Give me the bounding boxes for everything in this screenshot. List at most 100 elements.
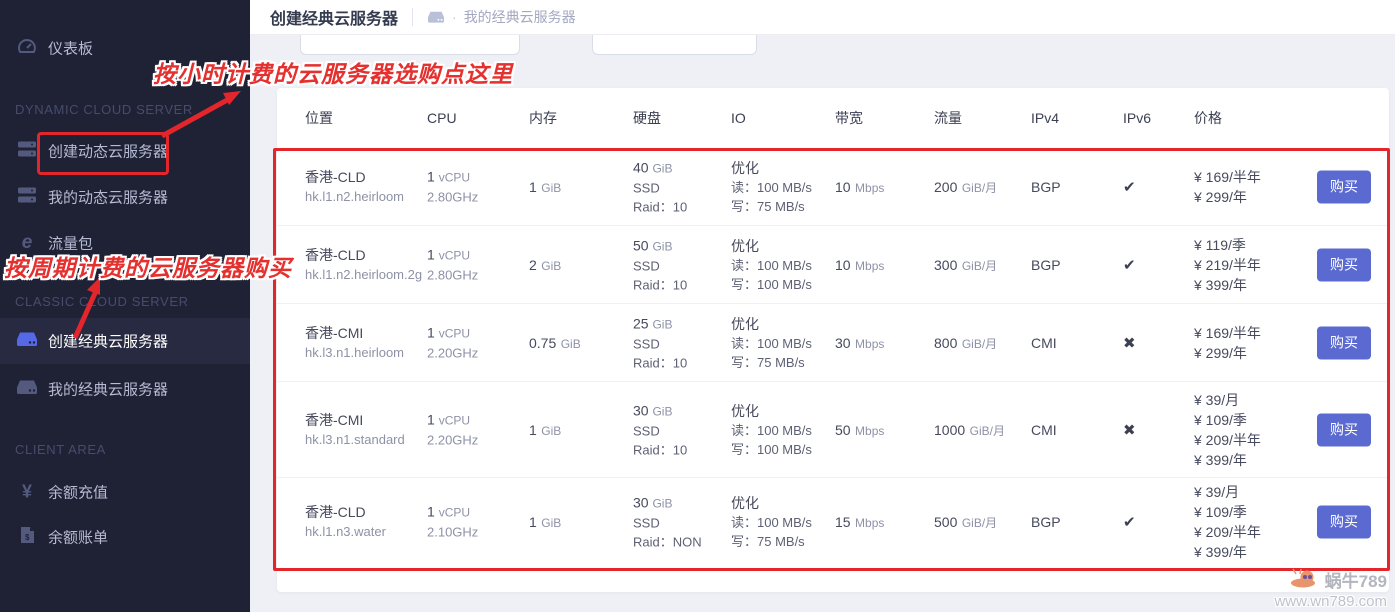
server-region: 香港-CLD xyxy=(305,245,422,265)
cell-price: ¥ 39/月 ¥ 109/季 ¥ 209/半年 ¥ 399/年 xyxy=(1194,390,1261,470)
cell-ipv4: CMI xyxy=(1031,420,1057,440)
cell-bandwidth: 30 Mbps xyxy=(835,333,884,353)
cell-disk: 25 GiB SSD Raid：10 xyxy=(633,313,687,372)
cell-location: 香港-CMI hk.l3.n1.heirloom xyxy=(305,323,404,363)
server-code: hk.l3.n1.standard xyxy=(305,430,405,450)
cell-cpu: 1 vCPU 2.80GHz xyxy=(427,244,478,285)
sidebar-section-dynamic: DYNAMIC CLOUD SERVER xyxy=(15,102,193,117)
server-stack-icon xyxy=(14,187,40,208)
sidebar-item-billing[interactable]: $ 余额账单 xyxy=(0,515,250,559)
sidebar-item-my-classic[interactable]: 我的经典云服务器 xyxy=(0,367,250,411)
server-code: hk.l1.n3.water xyxy=(305,522,386,542)
sidebar-item-recharge[interactable]: ¥ 余额充值 xyxy=(0,470,250,514)
cell-buy: 购买 xyxy=(1317,248,1371,281)
sidebar-section-classic: CLASSIC CLOUD SERVER xyxy=(15,294,189,309)
cell-memory: 1 GiB xyxy=(529,420,561,440)
cell-memory: 2 GiB xyxy=(529,255,561,275)
server-code: hk.l3.n1.heirloom xyxy=(305,343,404,363)
cell-disk: 30 GiB SSD Raid：10 xyxy=(633,400,687,459)
yen-icon: ¥ xyxy=(14,482,40,503)
cell-price: ¥ 169/半年 ¥ 299/年 xyxy=(1194,167,1261,207)
col-price: 价格 xyxy=(1194,108,1222,128)
sidebar-item-label: 余额充值 xyxy=(48,482,108,503)
cell-disk: 40 GiB SSD Raid：10 xyxy=(633,157,687,216)
col-ipv6: IPv6 xyxy=(1123,110,1151,126)
ipv6-supported-icon: ✔ xyxy=(1123,178,1136,196)
cell-cpu: 1 vCPU 2.10GHz xyxy=(427,501,478,542)
cell-traffic: 1000 GiB/月 xyxy=(934,420,1005,440)
page-title: 创建经典云服务器 xyxy=(270,5,398,29)
cell-traffic: 500 GiB/月 xyxy=(934,512,997,532)
sidebar-item-label: 创建经典云服务器 xyxy=(48,331,168,352)
svg-text:$: $ xyxy=(25,533,30,542)
sidebar-item-label: 我的经典云服务器 xyxy=(48,379,168,400)
table-row: 香港-CLD hk.l1.n2.heirloom 1 vCPU 2.80GHz … xyxy=(277,148,1389,225)
ipv6-unsupported-icon: ✖ xyxy=(1123,421,1136,439)
buy-button[interactable]: 购买 xyxy=(1317,248,1371,281)
sidebar: 仪表板 DYNAMIC CLOUD SERVER 创建动态云服务器 我的动态云服… xyxy=(0,0,250,612)
table-header: 位置 CPU 内存 硬盘 IO 带宽 流量 IPv4 IPv6 价格 xyxy=(277,88,1389,148)
col-location: 位置 xyxy=(305,108,333,128)
cell-buy: 购买 xyxy=(1317,326,1371,359)
cell-io: 优化 读：100 MB/s 写：100 MB/s xyxy=(731,236,812,294)
col-ipv4: IPv4 xyxy=(1031,110,1059,126)
cell-disk: 30 GiB SSD Raid：NON xyxy=(633,492,702,551)
table-row: 香港-CMI hk.l3.n1.standard 1 vCPU 2.20GHz … xyxy=(277,381,1389,477)
buy-button[interactable]: 购买 xyxy=(1317,326,1371,359)
sidebar-item-dashboard[interactable]: 仪表板 xyxy=(0,26,250,70)
cell-buy: 购买 xyxy=(1317,505,1371,538)
dashboard-icon xyxy=(14,38,40,58)
cell-traffic: 300 GiB/月 xyxy=(934,255,997,275)
sidebar-item-label: 流量包 xyxy=(48,233,93,254)
cell-bandwidth: 10 Mbps xyxy=(835,177,884,197)
cell-cpu: 1 vCPU 2.20GHz xyxy=(427,409,478,450)
ipv6-unsupported-icon: ✖ xyxy=(1123,334,1136,352)
cell-memory: 0.75 GiB xyxy=(529,333,581,353)
breadcrumb[interactable]: 我的经典云服务器 xyxy=(464,7,576,27)
buy-button[interactable]: 购买 xyxy=(1317,413,1371,446)
sidebar-item-label: 创建动态云服务器 xyxy=(48,141,168,162)
sidebar-item-create-dynamic[interactable]: 创建动态云服务器 xyxy=(0,129,250,173)
cell-ipv4: BGP xyxy=(1031,177,1061,197)
cell-traffic: 200 GiB/月 xyxy=(934,177,997,197)
col-cpu: CPU xyxy=(427,110,457,126)
server-stack-icon xyxy=(14,141,40,162)
sidebar-item-label: 余额账单 xyxy=(48,527,108,548)
sidebar-item-my-dynamic[interactable]: 我的动态云服务器 xyxy=(0,175,250,219)
server-region: 香港-CMI xyxy=(305,410,405,430)
cell-io: 优化 读：100 MB/s 写：75 MB/s xyxy=(731,158,812,216)
sidebar-item-create-classic[interactable]: 创建经典云服务器 xyxy=(0,318,250,364)
server-icon xyxy=(14,332,40,351)
cell-price: ¥ 119/季 ¥ 219/半年 ¥ 399/年 xyxy=(1194,235,1261,295)
sidebar-item-traffic-pack[interactable]: e 流量包 xyxy=(0,221,250,265)
traffic-pack-icon: e xyxy=(14,232,40,254)
col-io: IO xyxy=(731,110,746,126)
sidebar-item-label: 仪表板 xyxy=(48,38,93,59)
cell-location: 香港-CMI hk.l3.n1.standard xyxy=(305,410,405,450)
cell-location: 香港-CLD hk.l1.n3.water xyxy=(305,502,386,542)
bill-icon: $ xyxy=(14,526,40,548)
table-row: 香港-CLD hk.l1.n3.water 1 vCPU 2.10GHz 1 G… xyxy=(277,477,1389,565)
header-divider xyxy=(412,8,413,26)
buy-button[interactable]: 购买 xyxy=(1317,170,1371,203)
breadcrumb-separator: · xyxy=(452,9,457,25)
cell-location: 香港-CLD hk.l1.n2.heirloom.2g xyxy=(305,245,422,285)
cell-io: 优化 读：100 MB/s 写：100 MB/s xyxy=(731,401,812,459)
cell-price: ¥ 39/月 ¥ 109/季 ¥ 209/半年 ¥ 399/年 xyxy=(1194,482,1261,562)
ipv6-supported-icon: ✔ xyxy=(1123,256,1136,274)
server-region: 香港-CLD xyxy=(305,167,404,187)
cell-ipv4: CMI xyxy=(1031,333,1057,353)
buy-button[interactable]: 购买 xyxy=(1317,505,1371,538)
page-header: 创建经典云服务器 · 我的经典云服务器 xyxy=(250,0,1395,35)
cell-cpu: 1 vCPU 2.80GHz xyxy=(427,166,478,207)
table-row: 香港-CMI hk.l3.n1.heirloom 1 vCPU 2.20GHz … xyxy=(277,303,1389,381)
cell-io: 优化 读：100 MB/s 写：75 MB/s xyxy=(731,493,812,551)
col-traffic: 流量 xyxy=(934,108,962,128)
cell-ipv4: BGP xyxy=(1031,512,1061,532)
cell-buy: 购买 xyxy=(1317,413,1371,446)
sidebar-section-client: CLIENT AREA xyxy=(15,442,106,457)
cell-price: ¥ 169/半年 ¥ 299/年 xyxy=(1194,323,1261,363)
cell-memory: 1 GiB xyxy=(529,177,561,197)
sidebar-item-label: 我的动态云服务器 xyxy=(48,187,168,208)
cell-bandwidth: 50 Mbps xyxy=(835,420,884,440)
